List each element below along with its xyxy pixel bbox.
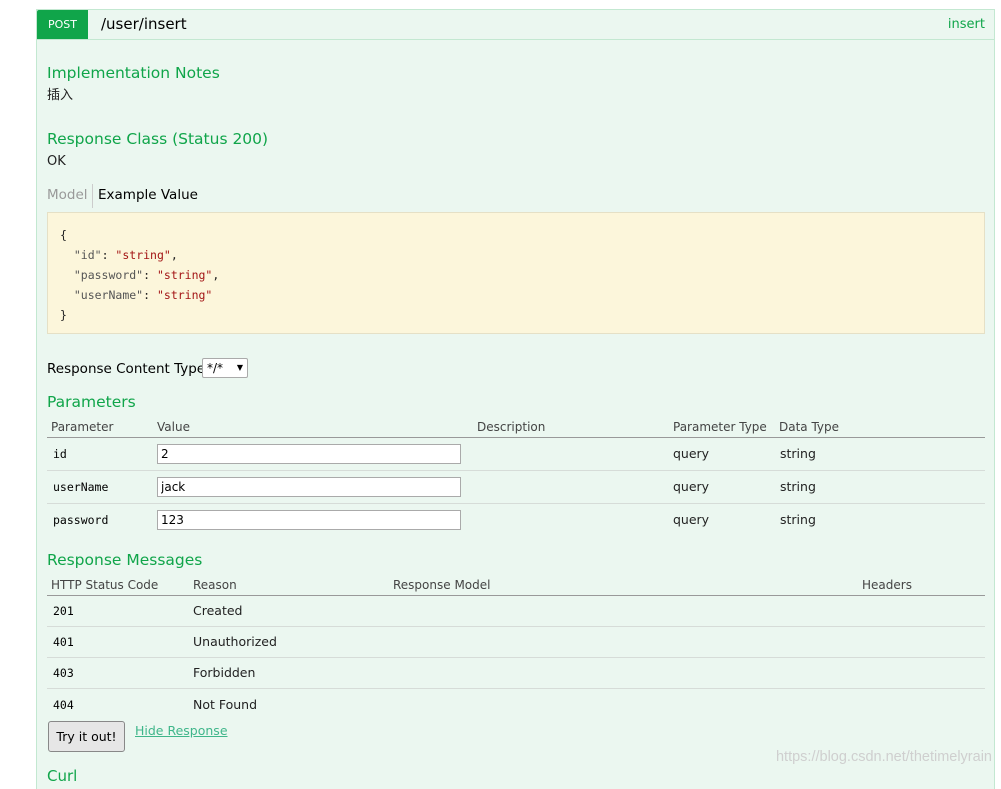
http-method-badge[interactable]: POST [37, 10, 88, 39]
parameter-id-input[interactable] [157, 444, 461, 464]
column-header: Response Model [393, 578, 491, 592]
watermark-text: https://blog.csdn.net/thetimelyrain [775, 749, 992, 765]
tab-example-value[interactable]: Example Value [98, 184, 198, 206]
parameter-type: query [673, 512, 710, 527]
json-open-brace: { [60, 228, 67, 242]
status-reason: Unauthorized [193, 634, 277, 649]
parameter-type: query [673, 446, 710, 461]
json-key: "id" [73, 248, 102, 262]
response-content-type-select[interactable]: */* ▼ [202, 358, 248, 378]
table-row: userName query string [47, 471, 985, 504]
table-row: 403 Forbidden [47, 658, 985, 689]
parameter-password-input[interactable] [157, 510, 461, 530]
column-header: Parameter Type [673, 420, 767, 434]
column-header: Data Type [779, 420, 840, 434]
parameters-table-header: Parameter Value Description Parameter Ty… [47, 418, 985, 438]
curl-heading: Curl [47, 767, 78, 785]
json-value: "string" [156, 288, 213, 302]
response-content-type-value: */* [207, 361, 224, 375]
table-row: id query string [47, 438, 985, 471]
operation-heading[interactable]: POST /user/insert insert [37, 10, 994, 40]
data-type: string [780, 446, 816, 461]
try-it-out-button[interactable]: Try it out! [48, 721, 125, 752]
data-type: string [780, 479, 816, 494]
table-row: 201 Created [47, 596, 985, 627]
column-header: Description [477, 420, 546, 434]
chevron-down-icon: ▼ [236, 363, 243, 372]
column-header: HTTP Status Code [51, 578, 159, 592]
parameter-username-input[interactable] [157, 477, 461, 497]
parameter-type: query [673, 479, 710, 494]
tab-model[interactable]: Model [47, 184, 88, 206]
status-code: 401 [53, 635, 74, 649]
example-value-box: { "id": "string", "password": "string", … [47, 212, 985, 334]
column-header: Parameter [51, 420, 114, 434]
json-key: "password" [73, 268, 144, 282]
status-code: 403 [53, 666, 74, 680]
implementation-notes-heading: Implementation Notes [47, 64, 220, 82]
table-row: 404 Not Found [47, 689, 985, 719]
response-class-text: OK [47, 154, 66, 169]
data-type: string [780, 512, 816, 527]
column-header: Value [157, 420, 190, 434]
json-value: "string" [115, 248, 171, 262]
parameter-name: password [53, 513, 109, 527]
response-content-type-label: Response Content Type [47, 361, 206, 377]
tab-divider [92, 184, 93, 208]
response-class-heading: Response Class (Status 200) [47, 130, 269, 148]
status-code: 201 [53, 604, 74, 618]
parameter-name: userName [53, 480, 109, 494]
status-reason: Created [193, 603, 243, 618]
table-row: password query string [47, 504, 985, 537]
parameters-heading: Parameters [47, 393, 136, 411]
status-reason: Forbidden [193, 665, 256, 680]
response-messages-table-header: HTTP Status Code Reason Response Model H… [47, 576, 985, 596]
json-close-brace: } [60, 308, 67, 322]
implementation-notes-text: 插入 [47, 88, 74, 103]
column-header: Reason [193, 578, 237, 592]
table-row: 401 Unauthorized [47, 627, 985, 658]
json-comma: , [212, 268, 220, 282]
operation-panel: POST /user/insert insert Implementation … [36, 9, 995, 789]
column-header: Headers [862, 578, 912, 592]
endpoint-path[interactable]: /user/insert [101, 13, 187, 35]
json-key: "userName" [73, 288, 144, 302]
status-reason: Not Found [193, 697, 258, 712]
hide-response-link[interactable]: Hide Response [135, 723, 228, 739]
operation-summary[interactable]: insert [948, 17, 985, 33]
json-comma: , [170, 248, 178, 262]
parameter-name: id [53, 447, 67, 461]
status-code: 404 [53, 698, 74, 712]
json-value: "string" [156, 268, 213, 282]
response-messages-heading: Response Messages [47, 551, 203, 569]
